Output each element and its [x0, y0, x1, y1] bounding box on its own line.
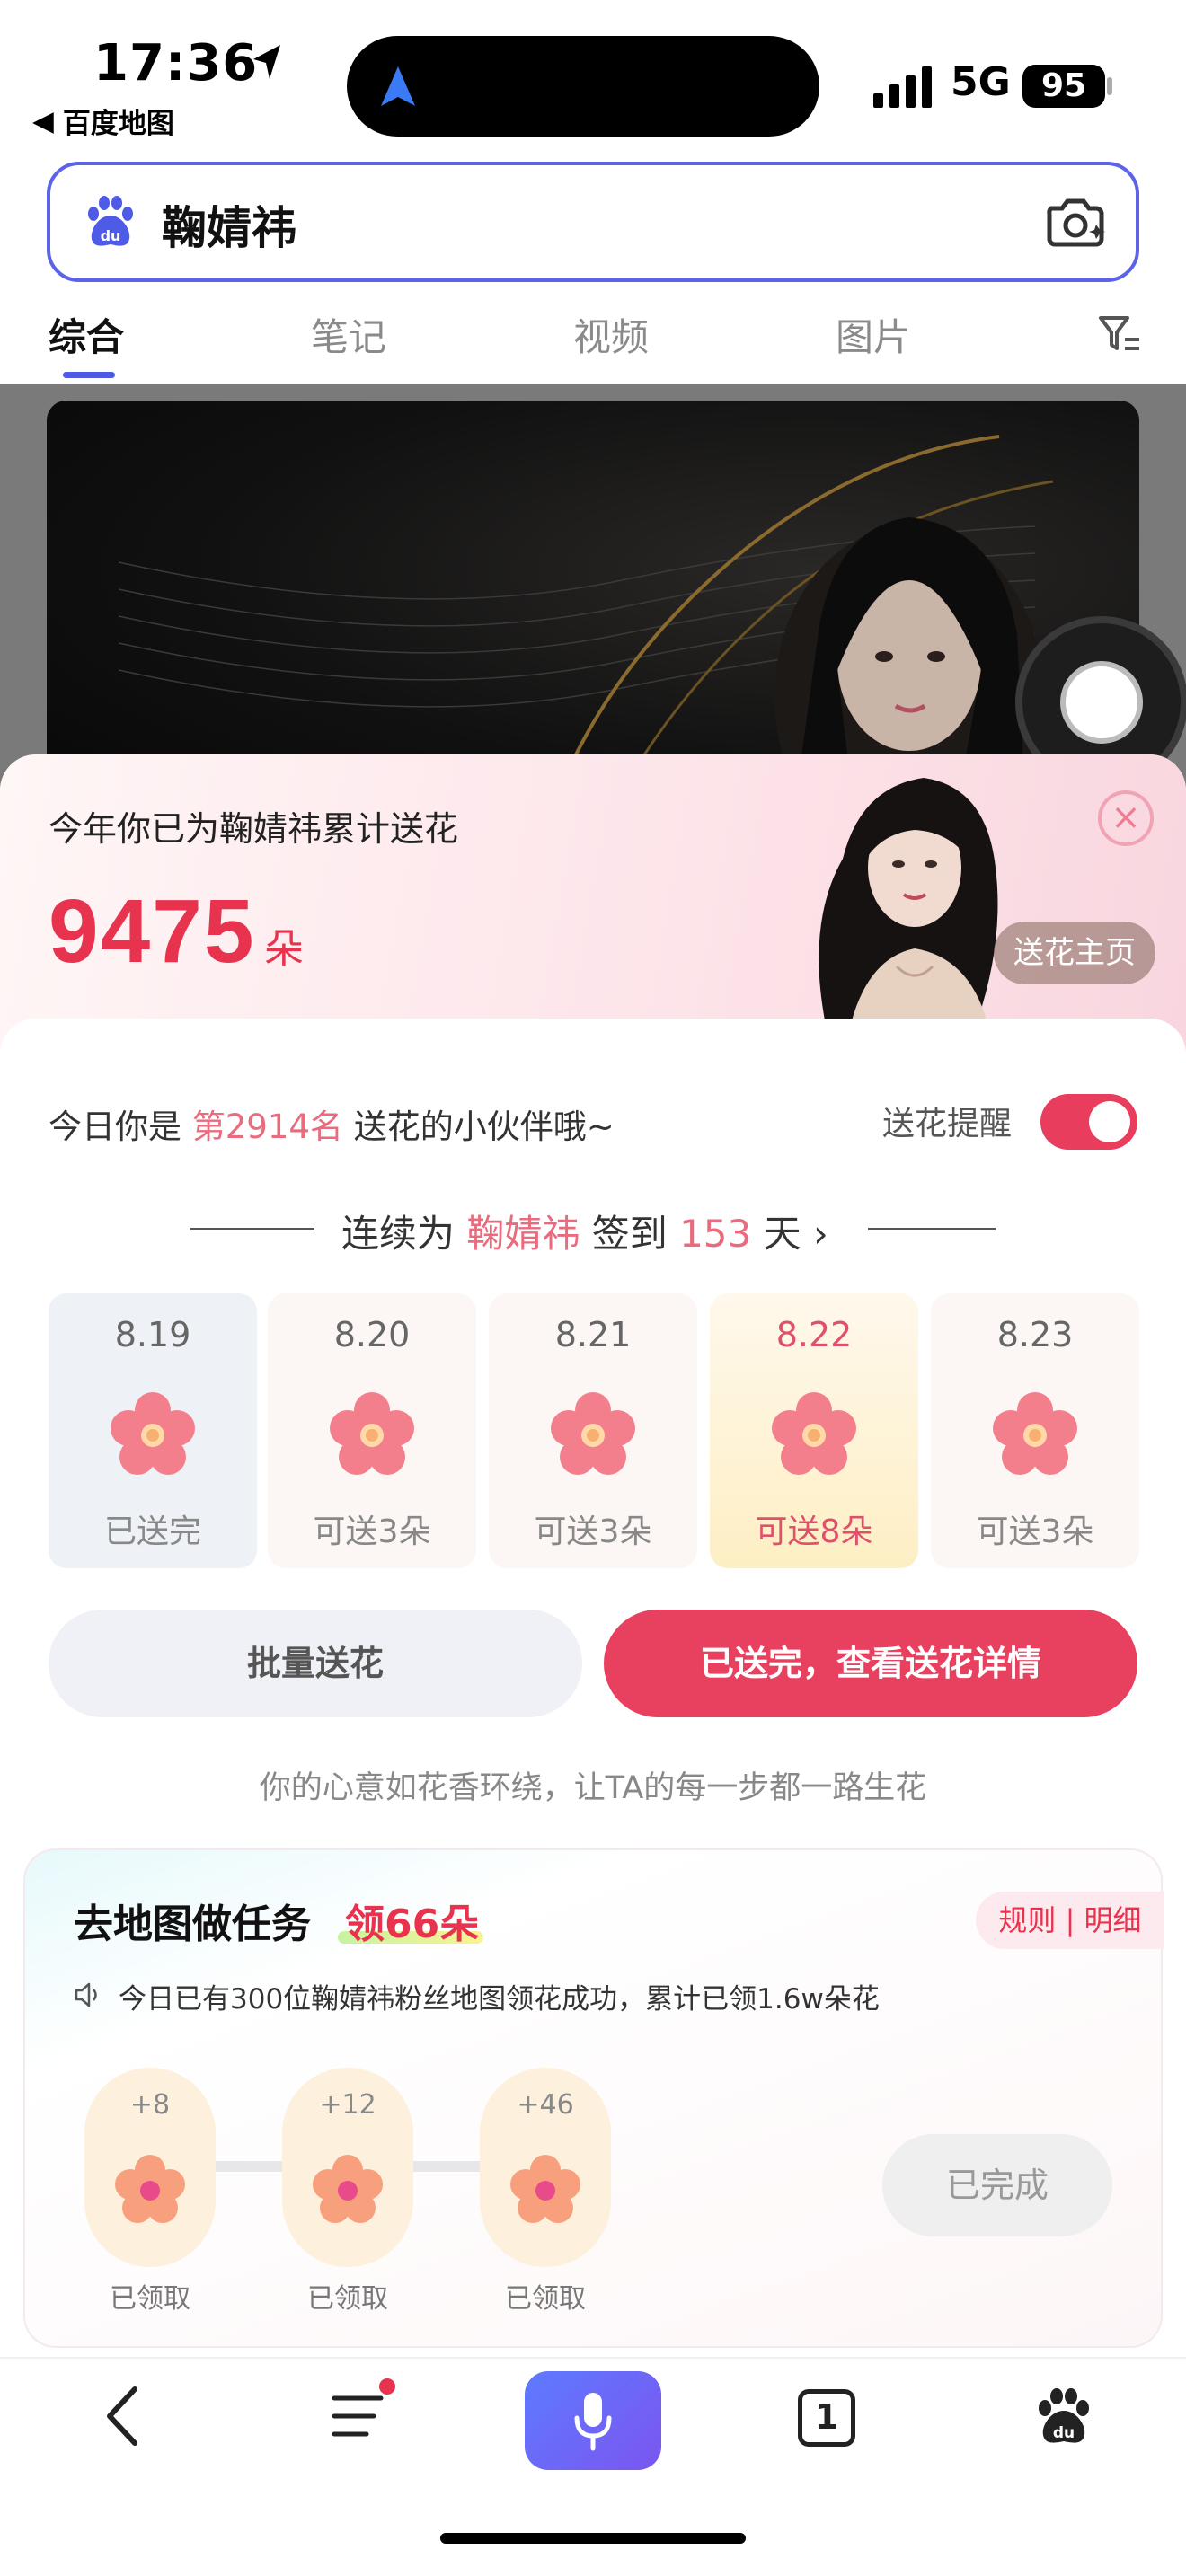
- menu-icon[interactable]: [329, 2387, 386, 2445]
- day-date: 8.22: [775, 1315, 853, 1354]
- day-status: 可送3朵: [313, 1513, 431, 1550]
- reward-label: 已领取: [110, 2283, 190, 2315]
- rank-suffix: 送花的小伙伴哦~: [342, 1107, 615, 1146]
- day-date: 8.23: [996, 1315, 1074, 1354]
- reward-amount: +8: [129, 2089, 171, 2121]
- flower-icon: [510, 2155, 580, 2223]
- day-card[interactable]: 8.21 可送3朵: [489, 1293, 697, 1568]
- task-reward: 领66朵: [345, 1901, 480, 1947]
- task-title: 去地图做任务: [74, 1901, 311, 1947]
- baidu-home-icon[interactable]: du: [1033, 2387, 1094, 2447]
- day-date: 8.21: [554, 1315, 632, 1354]
- reward-node: +8: [84, 2068, 216, 2267]
- flower-icon: [772, 1392, 856, 1475]
- day-card[interactable]: 8.23 可送3朵: [931, 1293, 1139, 1568]
- day-card-today[interactable]: 8.22 可送8朵: [710, 1293, 918, 1568]
- filter-icon[interactable]: [1098, 314, 1141, 354]
- day-status: 可送8朵: [755, 1513, 873, 1550]
- reward-node: +46: [480, 2068, 611, 2267]
- battery-tip: [1107, 77, 1112, 95]
- tab-videos[interactable]: 视频: [573, 307, 649, 362]
- speaker-icon: [75, 1982, 97, 2007]
- checkin-prefix: 连续为: [341, 1212, 467, 1256]
- reward-amount: +12: [319, 2089, 376, 2121]
- back-icon[interactable]: [99, 2384, 146, 2448]
- search-input[interactable]: 鞠婧祎: [162, 192, 296, 257]
- reward-amount: +46: [517, 2089, 574, 2121]
- back-app-label: 百度地图: [62, 108, 174, 140]
- status-time: 17:36: [93, 34, 259, 93]
- home-indicator: [440, 2533, 746, 2544]
- tab-switcher-button[interactable]: 1: [798, 2389, 855, 2447]
- camera-search-icon[interactable]: [1044, 192, 1107, 250]
- reward-label: 已领取: [505, 2283, 586, 2315]
- celebrity-portrait: [819, 778, 998, 1020]
- active-tab-indicator: [63, 372, 115, 378]
- rank-value: 第2914名: [191, 1107, 343, 1146]
- chevron-right-icon: ›: [812, 1212, 828, 1256]
- flower-icon: [551, 1392, 635, 1475]
- back-to-app-link[interactable]: ◀ 百度地图: [32, 101, 174, 141]
- location-arrow-icon: [253, 45, 280, 79]
- svg-text:du: du: [1053, 2424, 1075, 2442]
- flower-unit: 朵: [264, 926, 304, 972]
- flower-count: 9475: [49, 881, 256, 982]
- checkin-suffix: 天: [751, 1212, 801, 1256]
- network-type: 5G: [951, 59, 1011, 105]
- divider-left: [190, 1228, 314, 1230]
- microphone-icon: [574, 2393, 612, 2451]
- tab-comprehensive[interactable]: 综合: [49, 307, 124, 362]
- reward-node: +12: [282, 2068, 413, 2267]
- checkin-days: 153: [679, 1212, 752, 1256]
- send-details-button[interactable]: 已送完，查看送花详情: [604, 1610, 1137, 1717]
- batch-send-button[interactable]: 批量送花: [49, 1610, 582, 1717]
- flower-icon: [313, 2155, 383, 2223]
- day-card[interactable]: 8.19 已送完: [49, 1293, 257, 1568]
- flower-home-button[interactable]: 送花主页: [994, 922, 1155, 984]
- svg-text:du: du: [101, 227, 121, 244]
- tab-images[interactable]: 图片: [836, 307, 911, 362]
- flower-icon: [115, 2155, 185, 2223]
- checkin-name: 鞠婧祎: [466, 1212, 580, 1256]
- back-triangle-icon: ◀: [32, 104, 54, 137]
- day-date: 8.20: [333, 1315, 411, 1354]
- signal-icon: [873, 66, 932, 108]
- remind-label: 送花提醒: [882, 1106, 1013, 1142]
- close-icon[interactable]: ×: [1098, 790, 1154, 846]
- panel-headline: 今年你已为鞠婧祎累计送花: [49, 809, 459, 849]
- checkin-mid: 签到: [580, 1212, 680, 1256]
- baidu-paw-icon: du: [88, 196, 133, 246]
- rank-prefix: 今日你是: [49, 1107, 192, 1146]
- day-date: 8.19: [114, 1315, 191, 1354]
- day-status: 可送3朵: [976, 1513, 1094, 1550]
- task-notice: 今日已有300位鞠婧祎粉丝地图领花成功，累计已领1.6w朵花: [119, 1983, 880, 2016]
- floating-button-center: [1060, 661, 1143, 744]
- checkin-streak-link[interactable]: 连续为 鞠婧祎 签到 153 天 ›: [341, 1204, 828, 1258]
- flower-icon: [993, 1392, 1077, 1475]
- rules-details-link[interactable]: 规则 | 明细: [976, 1892, 1164, 1949]
- rank-text: 今日你是 第2914名 送花的小伙伴哦~: [49, 1099, 615, 1148]
- day-card[interactable]: 8.20 可送3朵: [268, 1293, 476, 1568]
- flower-icon: [111, 1392, 195, 1475]
- day-status: 已送完: [103, 1513, 201, 1550]
- reward-connector: [413, 2161, 480, 2172]
- divider-right: [868, 1228, 996, 1230]
- toggle-knob: [1089, 1101, 1130, 1142]
- day-status: 可送3朵: [534, 1513, 652, 1550]
- navigation-arrow-icon: [381, 66, 415, 106]
- notification-dot: [379, 2378, 395, 2395]
- flower-icon: [330, 1392, 414, 1475]
- tab-notes[interactable]: 笔记: [311, 307, 386, 362]
- slogan-text: 你的心意如花香环绕，让TA的每一步都一路生花: [259, 1770, 927, 1806]
- reward-connector: [216, 2161, 282, 2172]
- reward-label: 已领取: [307, 2283, 388, 2315]
- battery-indicator: 95: [1022, 65, 1105, 108]
- task-completed-button[interactable]: 已完成: [882, 2134, 1112, 2236]
